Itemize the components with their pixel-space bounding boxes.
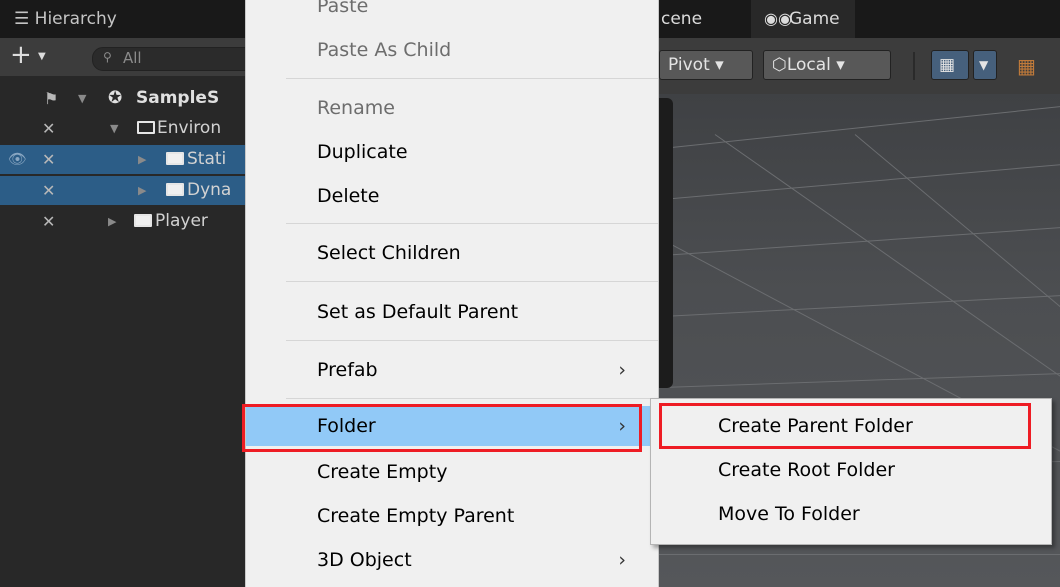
player-label: Player bbox=[155, 211, 208, 231]
menu-item-create-empty[interactable]: Create Empty bbox=[246, 452, 658, 492]
menu-separator bbox=[286, 223, 658, 224]
grid-line bbox=[655, 158, 1060, 205]
chevron-down-icon: ▼ bbox=[979, 58, 989, 72]
eye-icon[interactable]: 👁 bbox=[8, 150, 27, 168]
scene-label: SampleS bbox=[136, 88, 220, 108]
folder-icon bbox=[166, 152, 184, 165]
menu-separator bbox=[286, 340, 658, 341]
grid-line bbox=[655, 291, 1060, 320]
submenu-item-move-to-folder[interactable]: Move To Folder bbox=[651, 495, 1051, 535]
menu-item-rename[interactable]: Rename bbox=[246, 88, 658, 128]
folder-icon bbox=[134, 214, 152, 227]
grid-icon: ▦ bbox=[939, 55, 956, 75]
static-label: Stati bbox=[187, 149, 227, 169]
tab-game-label: Game bbox=[789, 9, 840, 29]
menu-separator bbox=[286, 78, 658, 79]
add-dropdown-icon[interactable]: ▼ bbox=[38, 51, 46, 62]
search-placeholder: All bbox=[123, 49, 142, 67]
expand-arrow-icon[interactable]: ▼ bbox=[78, 92, 86, 105]
search-icon: ⚲ bbox=[103, 50, 112, 64]
tab-game[interactable]: ◉◉ Game bbox=[751, 0, 855, 38]
chevron-right-icon: › bbox=[618, 549, 626, 571]
expand-arrow-icon[interactable]: ▼ bbox=[110, 122, 118, 135]
scene-toolbar: Pivot ▾ ⬡Local ▾ ▦ ▼ ▦ bbox=[655, 38, 1060, 94]
environment-label: Environ bbox=[157, 118, 222, 138]
menu-item-select-children[interactable]: Select Children bbox=[246, 233, 658, 273]
toolbar-divider bbox=[913, 52, 915, 80]
visibility-icon[interactable]: ✕ bbox=[42, 119, 55, 138]
collapse-arrow-icon[interactable]: ▶ bbox=[138, 153, 146, 166]
hierarchy-tab-label: ☰ Hierarchy bbox=[14, 9, 117, 29]
visibility-icon[interactable]: ✕ bbox=[42, 150, 55, 169]
collapse-arrow-icon[interactable]: ▶ bbox=[108, 215, 116, 228]
local-dropdown[interactable]: ⬡Local ▾ bbox=[763, 50, 891, 80]
submenu-item-create-root-folder[interactable]: Create Root Folder bbox=[651, 451, 1051, 491]
grid-line bbox=[655, 370, 1060, 390]
tab-scene-label: cene bbox=[661, 9, 703, 29]
visibility-icon[interactable]: ✕ bbox=[42, 212, 55, 231]
menu-item-set-default-parent[interactable]: Set as Default Parent bbox=[246, 292, 658, 332]
pivot-dropdown[interactable]: Pivot ▾ bbox=[659, 50, 753, 80]
menu-item-delete[interactable]: Delete bbox=[246, 176, 658, 216]
folder-icon bbox=[166, 183, 184, 196]
tab-scene[interactable]: cene bbox=[655, 0, 751, 38]
grid-dropdown[interactable]: ▼ bbox=[973, 50, 997, 80]
context-menu: Paste Paste As Child Rename Duplicate De… bbox=[245, 0, 659, 587]
unity-scene-icon: ✪ bbox=[108, 88, 123, 108]
scene-overlay-panel bbox=[657, 98, 673, 388]
grid-snap-button[interactable]: ▦ bbox=[931, 50, 969, 80]
hierarchy-tab[interactable]: ☰ Hierarchy bbox=[0, 0, 245, 39]
grid-line bbox=[655, 99, 1060, 155]
hierarchy-row-environment[interactable]: ✕ ▼ Environ bbox=[0, 114, 245, 143]
visibility-icon[interactable]: ✕ bbox=[42, 181, 55, 200]
hierarchy-toolbar: + ▼ ⚲ All bbox=[0, 38, 264, 76]
scene-visibility-icon[interactable]: ⚑ bbox=[44, 89, 58, 108]
collapse-arrow-icon[interactable]: ▶ bbox=[138, 184, 146, 197]
menu-item-prefab[interactable]: Prefab › bbox=[246, 350, 658, 390]
hierarchy-panel: ☰ Hierarchy + ▼ ⚲ All ⚑ ▼ ✪ SampleS ✕ ▼ … bbox=[0, 0, 264, 587]
snap-icon[interactable]: ▦ bbox=[1017, 54, 1036, 78]
local-label: Local ▾ bbox=[786, 55, 845, 75]
dynamic-label: Dyna bbox=[187, 180, 232, 200]
hierarchy-search-input[interactable]: ⚲ All bbox=[92, 47, 264, 71]
hierarchy-row-player[interactable]: ✕ ▶ Player bbox=[0, 207, 245, 236]
hierarchy-row-scene[interactable]: ⚑ ▼ ✪ SampleS bbox=[0, 84, 245, 113]
chevron-right-icon: › bbox=[618, 359, 626, 381]
folder-highlight-box bbox=[242, 404, 642, 452]
grid-line bbox=[655, 554, 1060, 555]
menu-item-paste-as-child[interactable]: Paste As Child bbox=[246, 30, 658, 70]
menu-item-duplicate[interactable]: Duplicate bbox=[246, 132, 658, 172]
menu-item-paste[interactable]: Paste bbox=[246, 0, 658, 26]
hierarchy-row-static[interactable]: 👁 ✕ ▶ Stati bbox=[0, 145, 245, 174]
menu-item-create-empty-parent[interactable]: Create Empty Parent bbox=[246, 496, 658, 536]
cube-icon: ⬡ bbox=[772, 55, 787, 75]
gamepad-icon: ◉◉ bbox=[764, 9, 792, 28]
folder-icon bbox=[137, 121, 155, 134]
create-parent-folder-highlight-box bbox=[659, 403, 1031, 449]
menu-item-3d-object[interactable]: 3D Object › bbox=[246, 540, 658, 580]
add-icon[interactable]: + bbox=[10, 42, 32, 68]
menu-separator bbox=[286, 398, 658, 399]
menu-separator bbox=[286, 281, 658, 282]
scene-tab-bar: cene ◉◉ Game bbox=[655, 0, 1060, 38]
hierarchy-row-dynamic[interactable]: ✕ ▶ Dyna bbox=[0, 176, 245, 205]
